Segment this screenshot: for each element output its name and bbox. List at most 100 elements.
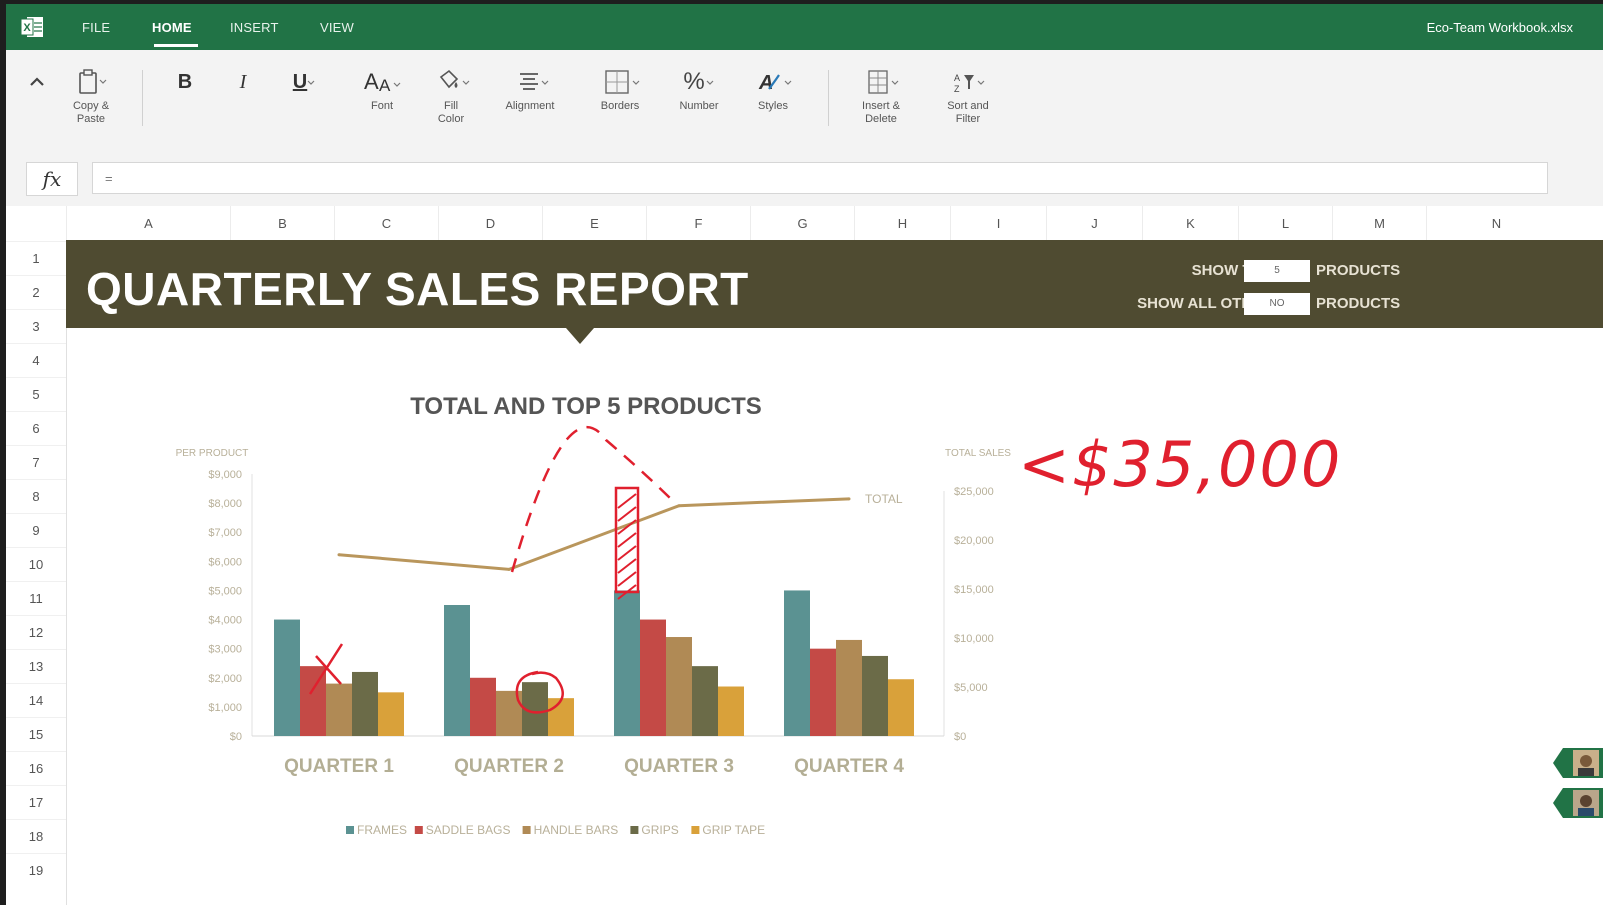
x-tick-label: QUARTER 1 bbox=[284, 756, 394, 777]
column-header-g[interactable]: G bbox=[750, 206, 854, 240]
borders-label: Borders bbox=[600, 100, 640, 112]
column-header-m[interactable]: M bbox=[1332, 206, 1426, 240]
tab-insert[interactable]: INSERT bbox=[230, 20, 279, 35]
styles-label: Styles bbox=[758, 100, 788, 112]
bar-grip-tape bbox=[888, 679, 914, 736]
bar-saddle-bags bbox=[470, 677, 496, 736]
x-tick-label: QUARTER 4 bbox=[794, 756, 904, 777]
ink-hatch-line bbox=[617, 558, 637, 574]
y-tick-label: $3,000 bbox=[208, 644, 242, 656]
total-line-label: TOTAL bbox=[865, 492, 903, 506]
row-header-5[interactable]: 5 bbox=[6, 377, 66, 411]
sort-filter-label: Sort and Filter bbox=[947, 100, 989, 125]
sort-filter-button[interactable]: AZ Sort and Filter bbox=[938, 66, 998, 126]
number-button[interactable]: % Number bbox=[670, 66, 728, 113]
row-header-17[interactable]: 17 bbox=[6, 785, 66, 819]
row-header-6[interactable]: 6 bbox=[6, 411, 66, 445]
insert-delete-button[interactable]: Insert & Delete bbox=[852, 66, 910, 126]
legend-swatch bbox=[522, 826, 531, 834]
function-icon[interactable]: fx bbox=[26, 162, 78, 196]
column-headers: ABCDEFGHIJKLMN bbox=[6, 206, 1603, 241]
row-header-16[interactable]: 16 bbox=[6, 751, 66, 785]
column-header-j[interactable]: J bbox=[1046, 206, 1142, 240]
total-sales-point bbox=[847, 497, 851, 501]
x-tick-label: QUARTER 2 bbox=[454, 756, 564, 777]
svg-text:A: A bbox=[758, 72, 773, 94]
legend-label: GRIPS bbox=[641, 823, 678, 837]
row-header-7[interactable]: 7 bbox=[6, 445, 66, 479]
column-header-e[interactable]: E bbox=[542, 206, 646, 240]
row-header-19[interactable]: 19 bbox=[6, 853, 66, 887]
number-label: Number bbox=[679, 100, 719, 112]
y-tick-label: $2,000 bbox=[208, 673, 242, 685]
row-header-15[interactable]: 15 bbox=[6, 717, 66, 751]
legend-swatch bbox=[414, 826, 423, 834]
borders-button[interactable]: Borders bbox=[592, 66, 648, 113]
column-header-c[interactable]: C bbox=[334, 206, 438, 240]
show-top-input[interactable]: 5 bbox=[1244, 260, 1310, 282]
y-tick-label: $7,000 bbox=[208, 527, 242, 539]
fill-color-button[interactable]: Fill Color bbox=[426, 66, 476, 126]
y-tick-label: $1,000 bbox=[208, 702, 242, 714]
italic-button[interactable]: I bbox=[230, 66, 256, 98]
row-header-8[interactable]: 8 bbox=[6, 479, 66, 513]
tab-view[interactable]: VIEW bbox=[320, 20, 354, 35]
ribbon-separator bbox=[828, 70, 829, 126]
total-sales-point bbox=[677, 504, 681, 508]
row-header-13[interactable]: 13 bbox=[6, 649, 66, 683]
svg-text:X: X bbox=[23, 22, 31, 34]
collaborator-avatar[interactable] bbox=[1553, 788, 1603, 818]
alignment-button[interactable]: Alignment bbox=[496, 66, 564, 113]
tab-home[interactable]: HOME bbox=[152, 20, 192, 35]
column-header-n[interactable]: N bbox=[1426, 206, 1566, 240]
styles-button[interactable]: A Styles bbox=[750, 66, 796, 113]
row-header-10[interactable]: 10 bbox=[6, 547, 66, 581]
font-button[interactable]: AA Font bbox=[358, 66, 406, 113]
formula-input[interactable]: = bbox=[92, 162, 1548, 194]
chevron-up-icon bbox=[30, 77, 44, 86]
row-header-11[interactable]: 11 bbox=[6, 581, 66, 615]
row-header-9[interactable]: 9 bbox=[6, 513, 66, 547]
copy-paste-button[interactable]: Copy & Paste bbox=[64, 66, 118, 126]
legend-label: GRIP TAPE bbox=[702, 823, 765, 837]
bar-handle-bars bbox=[666, 637, 692, 736]
collaborator-avatar[interactable] bbox=[1553, 748, 1603, 778]
underline-button[interactable]: U bbox=[286, 66, 322, 98]
legend-label: SADDLE BAGS bbox=[426, 823, 511, 837]
column-header-i[interactable]: I bbox=[950, 206, 1046, 240]
column-header-h[interactable]: H bbox=[854, 206, 950, 240]
column-header-b[interactable]: B bbox=[230, 206, 334, 240]
legend-label: FRAMES bbox=[357, 823, 407, 837]
y-tick-label: $8,000 bbox=[208, 498, 242, 510]
column-header-d[interactable]: D bbox=[438, 206, 542, 240]
bar-saddle-bags bbox=[640, 619, 666, 736]
row-header-18[interactable]: 18 bbox=[6, 819, 66, 853]
row-header-3[interactable]: 3 bbox=[6, 309, 66, 343]
collapse-ribbon-button[interactable] bbox=[24, 72, 50, 97]
legend-label: HANDLE BARS bbox=[534, 823, 619, 837]
y2-tick-label: $10,000 bbox=[954, 633, 994, 645]
y2-axis-label: TOTAL SALES bbox=[945, 448, 1011, 459]
bold-button[interactable]: B bbox=[172, 66, 198, 98]
underline-icon: U bbox=[292, 70, 308, 93]
report-title: QUARTERLY SALES REPORT bbox=[86, 263, 749, 315]
column-header-l[interactable]: L bbox=[1238, 206, 1332, 240]
show-other-input[interactable]: NO bbox=[1244, 293, 1310, 315]
legend-swatch bbox=[630, 826, 639, 834]
bar-grips bbox=[692, 666, 718, 736]
y-tick-label: $0 bbox=[230, 731, 242, 743]
column-header-f[interactable]: F bbox=[646, 206, 750, 240]
row-header-14[interactable]: 14 bbox=[6, 683, 66, 717]
row-header-4[interactable]: 4 bbox=[6, 343, 66, 377]
row-header-2[interactable]: 2 bbox=[6, 275, 66, 309]
active-tab-indicator bbox=[154, 44, 198, 47]
row-header-12[interactable]: 12 bbox=[6, 615, 66, 649]
sales-chart[interactable]: TOTAL AND TOP 5 PRODUCTS PER PRODUCT TOTAL… bbox=[66, 354, 1546, 874]
ribbon: Copy & Paste B I U AA Font Fill Color Al… bbox=[6, 50, 1603, 145]
percent-icon: % bbox=[683, 68, 705, 95]
column-header-a[interactable]: A bbox=[66, 206, 230, 240]
tab-file[interactable]: FILE bbox=[82, 20, 110, 35]
row-header-1[interactable]: 1 bbox=[6, 241, 66, 275]
column-header-k[interactable]: K bbox=[1142, 206, 1238, 240]
font-size-icon: AA bbox=[364, 69, 401, 95]
